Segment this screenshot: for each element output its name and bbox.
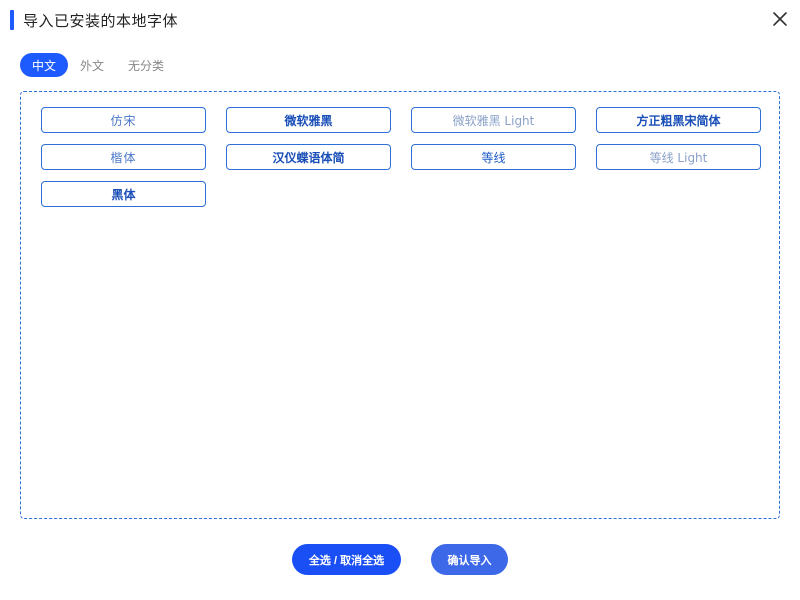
font-item-fz-cuheisong[interactable]: 方正粗黑宋简体 <box>596 107 761 133</box>
font-item-microsoft-yahei-light[interactable]: 微软雅黑 Light <box>411 107 576 133</box>
font-item-dengxian[interactable]: 等线 <box>411 144 576 170</box>
tab-uncategorized[interactable]: 无分类 <box>116 53 176 77</box>
close-icon <box>773 12 787 26</box>
font-item-dengxian-light[interactable]: 等线 Light <box>596 144 761 170</box>
select-all-button[interactable]: 全选 / 取消全选 <box>292 544 401 575</box>
title-accent-bar <box>10 10 14 30</box>
dialog-title: 导入已安装的本地字体 <box>23 11 179 30</box>
dialog-header: 导入已安装的本地字体 <box>10 9 178 31</box>
tab-chinese[interactable]: 中文 <box>20 53 69 77</box>
font-list-area: 仿宋 微软雅黑 微软雅黑 Light 方正粗黑宋简体 楷体 汉仪蝶语体简 等线 … <box>20 91 780 519</box>
import-fonts-dialog: 导入已安装的本地字体 中文 外文 无分类 仿宋 微软雅黑 微软雅黑 Light … <box>0 0 800 600</box>
tab-foreign[interactable]: 外文 <box>68 53 116 77</box>
font-item-hanyi-dieyu[interactable]: 汉仪蝶语体简 <box>226 144 391 170</box>
close-button[interactable] <box>770 9 790 29</box>
category-tabs: 中文 外文 无分类 <box>20 53 176 77</box>
confirm-import-button[interactable]: 确认导入 <box>431 544 508 575</box>
font-grid: 仿宋 微软雅黑 微软雅黑 Light 方正粗黑宋简体 楷体 汉仪蝶语体简 等线 … <box>41 107 761 207</box>
font-item-heiti[interactable]: 黑体 <box>41 181 206 207</box>
font-item-kaiti[interactable]: 楷体 <box>41 144 206 170</box>
font-item-fangsong[interactable]: 仿宋 <box>41 107 206 133</box>
font-item-microsoft-yahei[interactable]: 微软雅黑 <box>226 107 391 133</box>
